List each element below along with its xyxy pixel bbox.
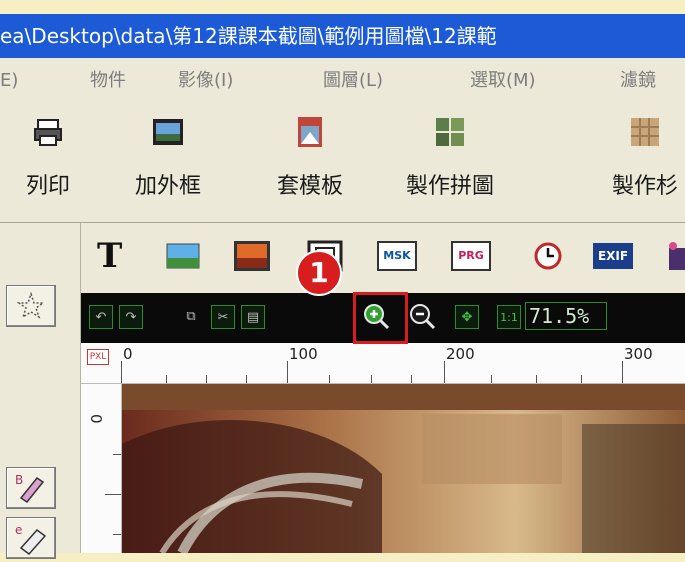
ruler-tick <box>287 361 288 383</box>
zoom-level: 71.5% <box>525 302 607 330</box>
window-title: ea\Desktop\data\第12課課本截圖\範例用圖檔\12課範 <box>0 24 497 48</box>
printer-icon <box>34 119 62 146</box>
ruler-tick <box>411 375 412 383</box>
app-window: ea\Desktop\data\第12課課本截圖\範例用圖檔\12課範 E) 物… <box>0 0 685 559</box>
fit-window-button[interactable]: ✥ <box>455 305 479 329</box>
template-photo-icon <box>298 117 322 147</box>
actual-size-button[interactable]: 1:1 <box>497 305 521 329</box>
paste-button[interactable]: ▤ <box>241 305 265 329</box>
vruler-tick <box>113 534 121 535</box>
left-tool-panel: B e <box>0 223 81 559</box>
step-badge: 1 <box>296 250 342 296</box>
program-button[interactable]: PRG <box>451 236 491 276</box>
mask-button[interactable]: MSK <box>377 236 417 276</box>
make-icon <box>631 118 659 146</box>
eraser-icon: e <box>15 523 47 556</box>
zoom-out-icon <box>410 304 436 330</box>
exif-icon: EXIF <box>593 243 633 269</box>
ruler-mark-100: 100 <box>289 345 318 363</box>
svg-text:e: e <box>15 523 22 537</box>
zoom-in-highlight <box>353 292 408 344</box>
cut-button[interactable]: ✂ <box>211 305 235 329</box>
menu-edit[interactable]: E) <box>0 58 18 104</box>
paint-can-icon <box>669 242 685 270</box>
print-button[interactable]: 列印 <box>8 116 88 208</box>
shape-tool-button[interactable] <box>6 285 56 327</box>
ruler-tick <box>491 375 492 383</box>
ruler-tick <box>444 361 445 383</box>
photo-content <box>122 384 685 553</box>
vruler-tick <box>105 494 121 495</box>
svg-text:B: B <box>15 473 23 487</box>
menu-bar: E) 物件 影像(I) 圖層(L) 選取(M) 濾鏡 <box>0 58 685 104</box>
clock-button[interactable] <box>528 236 568 276</box>
sunset-icon <box>234 241 270 271</box>
add-frame-button[interactable]: 加外框 <box>128 116 208 208</box>
menu-select[interactable]: 選取(M) <box>470 58 536 104</box>
brush-icon: B <box>15 473 45 504</box>
ruler-tick <box>371 375 372 383</box>
ruler-unit-button[interactable]: PXL <box>87 349 109 365</box>
text-icon: T <box>97 236 123 276</box>
vertical-ruler: 0 <box>81 384 122 553</box>
star-outline-icon <box>16 291 46 319</box>
frame-photo-icon <box>153 119 183 145</box>
ruler-tick <box>536 375 537 383</box>
make-label: 製作杉 <box>611 174 679 199</box>
ruler-mark-200: 200 <box>446 345 475 363</box>
collage-button[interactable]: 製作拼圖 <box>406 116 494 208</box>
clock-icon <box>534 242 562 270</box>
redo-button[interactable]: ↷ <box>119 305 143 329</box>
mask-icon: MSK <box>377 241 417 271</box>
collage-icon <box>436 118 464 146</box>
vruler-mark-0: 0 <box>87 414 105 424</box>
ruler-mark-300: 300 <box>624 345 653 363</box>
ruler-tick <box>581 375 582 383</box>
add-frame-label: 加外框 <box>134 174 202 199</box>
text-tool-button[interactable]: T <box>97 236 137 276</box>
landscape-icon <box>166 243 200 269</box>
vruler-tick <box>113 454 121 455</box>
collage-label: 製作拼圖 <box>405 174 495 199</box>
ruler-tick <box>329 375 330 383</box>
title-bar: ea\Desktop\data\第12課課本截圖\範例用圖檔\12課範 <box>0 14 685 58</box>
ruler-tick <box>622 361 623 383</box>
sunset-button[interactable] <box>232 236 272 276</box>
template-label: 套模板 <box>276 174 344 199</box>
ruler-tick <box>121 361 122 383</box>
ruler-tick <box>206 375 207 383</box>
main-toolbar: 列印 加外框 套模板 製作拼圖 製作杉 <box>0 104 685 222</box>
extra-tool-button[interactable] <box>663 236 685 276</box>
menu-image[interactable]: 影像(I) <box>178 58 233 104</box>
effects-toolbar: T MSK PRG EXIF <box>81 223 685 293</box>
menu-object[interactable]: 物件 <box>90 58 126 104</box>
ruler-tick <box>166 375 167 383</box>
zoom-out-button[interactable] <box>407 301 437 331</box>
ruler-mark-0: 0 <box>123 345 133 363</box>
program-icon: PRG <box>451 241 491 271</box>
image-canvas[interactable] <box>122 384 685 553</box>
copy-button[interactable]: ⧉ <box>179 305 203 329</box>
exif-button[interactable]: EXIF <box>593 236 633 276</box>
make-button[interactable]: 製作杉 <box>605 116 685 208</box>
menu-layer[interactable]: 圖層(L) <box>323 58 383 104</box>
horizontal-ruler: PXL 0 100 200 300 <box>81 343 685 384</box>
print-label: 列印 <box>25 174 71 199</box>
brush-tool-button[interactable]: B <box>6 467 56 509</box>
menu-filter[interactable]: 濾鏡 <box>620 58 656 104</box>
template-button[interactable]: 套模板 <box>270 116 350 208</box>
landscape-button[interactable] <box>163 236 203 276</box>
undo-button[interactable]: ↶ <box>89 305 113 329</box>
ruler-tick <box>246 375 247 383</box>
